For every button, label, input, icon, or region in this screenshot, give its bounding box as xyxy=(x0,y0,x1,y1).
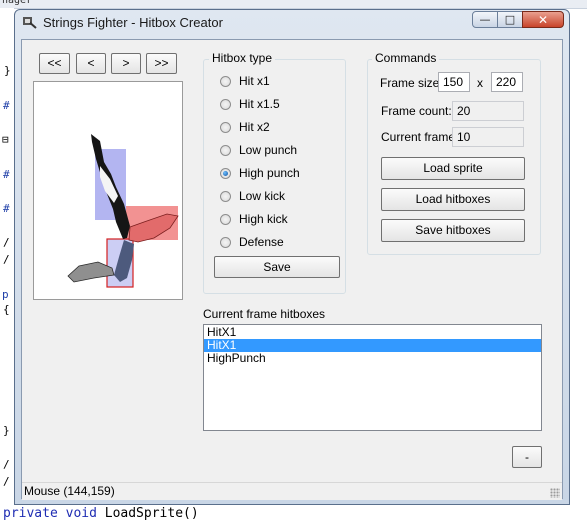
sprite-preview xyxy=(67,134,179,288)
radio-unchecked-icon[interactable] xyxy=(220,98,231,110)
status-bar: Mouse (144,159) xyxy=(22,482,562,500)
hitbox-type-option[interactable]: Defense xyxy=(220,234,284,250)
last-frame-button[interactable]: >> xyxy=(146,53,177,74)
ide-gutter-mark: / xyxy=(3,253,10,266)
resize-grip-icon[interactable] xyxy=(550,488,560,498)
prev-frame-button[interactable]: < xyxy=(76,53,106,74)
close-button[interactable]: ✕ xyxy=(522,11,564,28)
ide-gutter-mark: # xyxy=(3,168,10,181)
hitbox-type-option-label: High punch xyxy=(239,166,300,180)
hitbox-type-option[interactable]: Hit x2 xyxy=(220,119,270,135)
ide-gutter-mark: } xyxy=(3,424,10,437)
save-hitbox-button[interactable]: Save xyxy=(214,256,340,278)
radio-unchecked-icon[interactable] xyxy=(220,190,231,202)
window-title: Strings Fighter - Hitbox Creator xyxy=(43,15,223,30)
ide-gutter-mark: # xyxy=(3,99,10,112)
hitbox-list-title: Current frame hitboxes xyxy=(203,307,326,321)
radio-checked-icon[interactable] xyxy=(220,167,231,179)
current-frame-value: 10 xyxy=(452,127,524,147)
hitbox-type-option[interactable]: High punch xyxy=(220,165,300,181)
ide-gutter-mark: # xyxy=(3,202,10,215)
form-client-area: << < > >> Hitbox type Hit x1 Hit x1.5 Hit … xyxy=(21,39,563,500)
frame-count-label: Frame count: xyxy=(381,104,452,118)
hitbox-list-item[interactable]: HighPunch xyxy=(204,352,541,365)
hitbox-type-option-label: Low punch xyxy=(239,143,298,157)
ide-tab-text: nager xyxy=(2,0,33,6)
hitbox-creator-window: Strings Fighter - Hitbox Creator — □ ✕ <… xyxy=(14,9,570,505)
hitbox-type-title: Hitbox type xyxy=(209,51,276,65)
remove-hitbox-button[interactable]: - xyxy=(512,446,542,468)
ide-gutter-mark: { xyxy=(3,303,10,316)
code-text: LoadSprite() xyxy=(96,506,199,521)
hitbox-listbox[interactable]: HitX1 HitX1 HighPunch xyxy=(203,324,542,431)
hitbox-type-option[interactable]: Hit x1.5 xyxy=(220,96,280,112)
sprite-canvas[interactable] xyxy=(33,81,183,300)
hitbox-type-option-label: Defense xyxy=(239,235,284,249)
load-sprite-button[interactable]: Load sprite xyxy=(381,157,525,180)
frame-size-label: Frame size xyxy=(380,76,440,90)
ide-gutter-mark: / xyxy=(3,236,10,249)
ide-gutter-mark: / xyxy=(3,458,10,471)
frame-height-input[interactable] xyxy=(491,72,523,92)
ide-gutter-mark: / xyxy=(3,475,10,488)
ide-gutter-mark: p xyxy=(2,288,9,301)
hitbox-type-option[interactable]: High kick xyxy=(220,211,288,227)
radio-unchecked-icon[interactable] xyxy=(220,236,231,248)
ide-code-line: private void LoadSprite() xyxy=(0,505,587,521)
frame-count-value: 20 xyxy=(452,101,524,121)
next-frame-button[interactable]: > xyxy=(111,53,141,74)
ide-background-tabstrip: nager xyxy=(0,0,587,9)
ide-gutter-mark: } xyxy=(4,64,11,77)
frame-width-input[interactable] xyxy=(438,72,470,92)
title-bar[interactable]: Strings Fighter - Hitbox Creator — □ ✕ xyxy=(15,10,569,38)
commands-title: Commands xyxy=(372,51,440,65)
code-keyword: private void xyxy=(3,506,97,521)
hitbox-list-item[interactable]: HitX1 xyxy=(204,326,541,339)
maximize-button[interactable]: □ xyxy=(497,11,523,28)
radio-unchecked-icon[interactable] xyxy=(220,213,231,225)
radio-unchecked-icon[interactable] xyxy=(220,121,231,133)
hitbox-type-option-label: High kick xyxy=(239,212,288,226)
mouse-position-text: Mouse (144,159) xyxy=(24,484,115,498)
hitbox-type-option[interactable]: Low punch xyxy=(220,142,297,158)
current-frame-label: Current frame: xyxy=(381,130,459,144)
load-hitboxes-button[interactable]: Load hitboxes xyxy=(381,188,525,211)
radio-unchecked-icon[interactable] xyxy=(220,75,231,87)
save-hitboxes-button[interactable]: Save hitboxes xyxy=(381,219,525,242)
hitbox-type-option-label: Hit x2 xyxy=(239,120,270,134)
frame-size-x-label: x xyxy=(477,76,483,90)
hitbox-type-option[interactable]: Hit x1 xyxy=(220,73,270,89)
minimize-button[interactable]: — xyxy=(472,11,498,28)
ide-gutter-mark: ⊟ xyxy=(2,133,9,146)
hitbox-type-option-label: Hit x1.5 xyxy=(239,97,280,111)
first-frame-button[interactable]: << xyxy=(39,53,70,74)
hitbox-type-option-label: Low kick xyxy=(239,189,286,203)
radio-unchecked-icon[interactable] xyxy=(220,144,231,156)
hitbox-type-option-label: Hit x1 xyxy=(239,74,270,88)
hitbox-type-option[interactable]: Low kick xyxy=(220,188,285,204)
app-icon xyxy=(23,17,37,29)
